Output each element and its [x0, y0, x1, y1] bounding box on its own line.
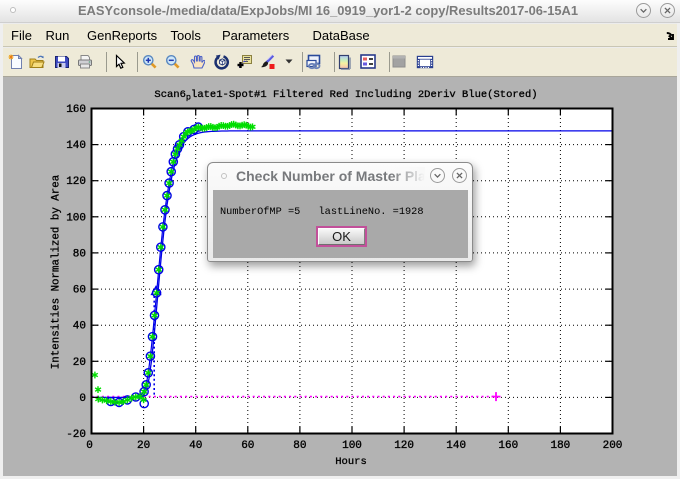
- svg-text:Scan6plate1-Spot#1 Filtered Re: Scan6plate1-Spot#1 Filtered Red Includin…: [154, 89, 537, 103]
- svg-text:Intensities Normalized by Area: Intensities Normalized by Area: [51, 174, 63, 369]
- svg-text:40: 40: [189, 440, 202, 452]
- svg-text:200: 200: [603, 440, 623, 452]
- svg-text:0: 0: [79, 393, 86, 405]
- svg-text:80: 80: [73, 248, 86, 260]
- svg-text:0: 0: [86, 440, 93, 452]
- svg-text:140: 140: [66, 140, 86, 152]
- svg-text:40: 40: [73, 321, 86, 333]
- svg-text:60: 60: [241, 440, 254, 452]
- svg-text:120: 120: [66, 176, 86, 188]
- svg-text:180: 180: [550, 440, 570, 452]
- svg-text:20: 20: [137, 440, 150, 452]
- svg-text:80: 80: [293, 440, 306, 452]
- svg-text:-20: -20: [66, 429, 86, 441]
- svg-text:Hours: Hours: [335, 456, 367, 468]
- svg-text:160: 160: [498, 440, 518, 452]
- svg-text:100: 100: [66, 212, 86, 224]
- svg-text:60: 60: [73, 285, 86, 297]
- svg-text:160: 160: [66, 104, 86, 116]
- svg-text:120: 120: [394, 440, 414, 452]
- svg-text:20: 20: [73, 357, 86, 369]
- svg-text:100: 100: [342, 440, 362, 452]
- svg-text:140: 140: [446, 440, 466, 452]
